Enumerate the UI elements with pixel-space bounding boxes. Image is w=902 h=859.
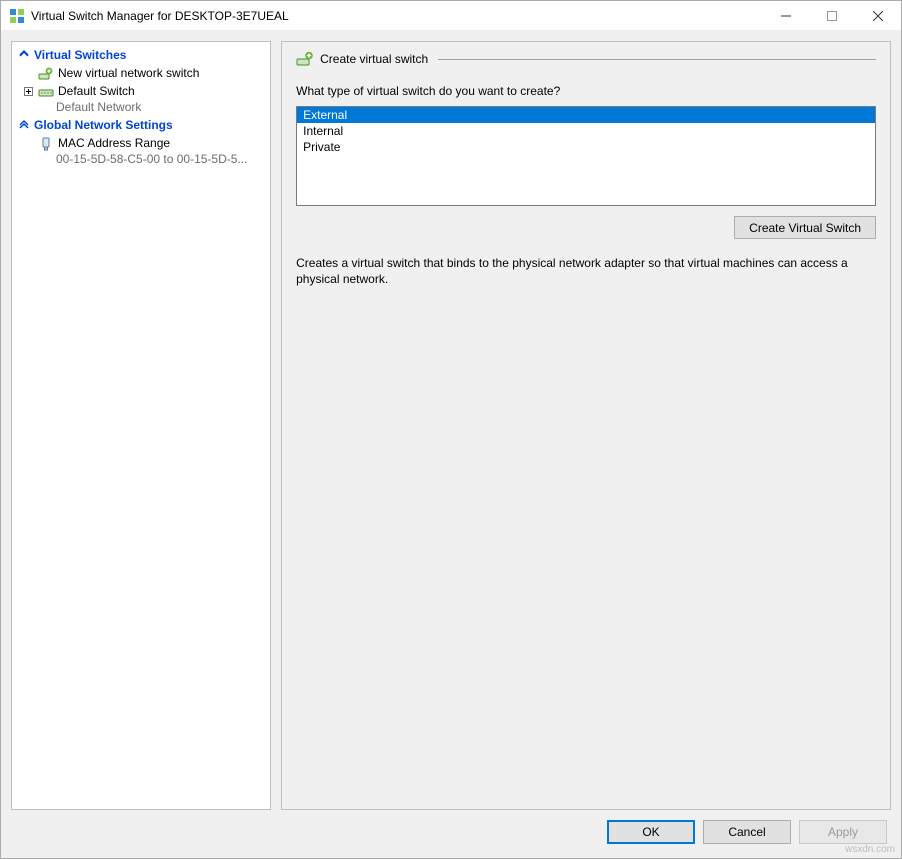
switch-type-option[interactable]: Internal [297, 123, 875, 139]
tree-item-label: New virtual network switch [58, 66, 199, 80]
content-panel: Create virtual switch What type of virtu… [281, 41, 891, 810]
titlebar: Virtual Switch Manager for DESKTOP-3E7UE… [1, 1, 901, 31]
chevron-up-icon [18, 48, 30, 62]
window-title: Virtual Switch Manager for DESKTOP-3E7UE… [31, 9, 763, 23]
sidebar: Virtual Switches New virtual network swi… [11, 41, 271, 810]
apply-button: Apply [799, 820, 887, 844]
create-virtual-switch-button[interactable]: Create Virtual Switch [734, 216, 876, 239]
tree-item-mac-address-range[interactable]: MAC Address Range [12, 134, 270, 152]
minimize-button[interactable] [763, 1, 809, 30]
cancel-button[interactable]: Cancel [703, 820, 791, 844]
window-buttons [763, 1, 901, 30]
close-button[interactable] [855, 1, 901, 30]
tree-item-subtext: 00-15-5D-58-C5-00 to 00-15-5D-5... [12, 152, 270, 168]
tree-item-subtext: Default Network [12, 100, 270, 116]
tree-section-label: Virtual Switches [34, 48, 126, 62]
ok-button[interactable]: OK [607, 820, 695, 844]
tree-item-default-switch[interactable]: Default Switch [12, 82, 270, 100]
switch-type-option[interactable]: Private [297, 139, 875, 155]
switch-new-icon [296, 50, 314, 68]
switch-type-option[interactable]: External [297, 107, 875, 123]
chevron-up-icon [18, 118, 30, 132]
tree: Virtual Switches New virtual network swi… [12, 46, 270, 168]
tree-section-virtual-switches[interactable]: Virtual Switches [12, 46, 270, 64]
tree-item-new-virtual-switch[interactable]: New virtual network switch [12, 64, 270, 82]
description-text: Creates a virtual switch that binds to t… [296, 255, 876, 287]
switch-new-icon [38, 66, 54, 82]
tree-item-label: MAC Address Range [58, 136, 170, 150]
client-area: Virtual Switches New virtual network swi… [1, 31, 901, 858]
create-button-row: Create Virtual Switch [296, 216, 876, 239]
tree-section-global-settings[interactable]: Global Network Settings [12, 116, 270, 134]
nic-icon [38, 136, 54, 152]
prompt-text: What type of virtual switch do you want … [296, 84, 876, 98]
tree-section-label: Global Network Settings [34, 118, 173, 132]
divider [438, 59, 876, 60]
maximize-button[interactable] [809, 1, 855, 30]
expander-icon[interactable] [22, 84, 34, 98]
expander-placeholder [22, 136, 34, 150]
switch-type-list[interactable]: ExternalInternalPrivate [296, 106, 876, 206]
expander-placeholder [22, 66, 34, 80]
section-header: Create virtual switch [296, 50, 876, 68]
tree-item-label: Default Switch [58, 84, 135, 98]
main-area: Virtual Switches New virtual network swi… [11, 41, 891, 810]
section-title: Create virtual switch [320, 52, 438, 66]
footer: OK Cancel Apply [11, 810, 891, 848]
window: Virtual Switch Manager for DESKTOP-3E7UE… [0, 0, 902, 859]
app-icon [9, 8, 25, 24]
switch-icon [38, 84, 54, 100]
